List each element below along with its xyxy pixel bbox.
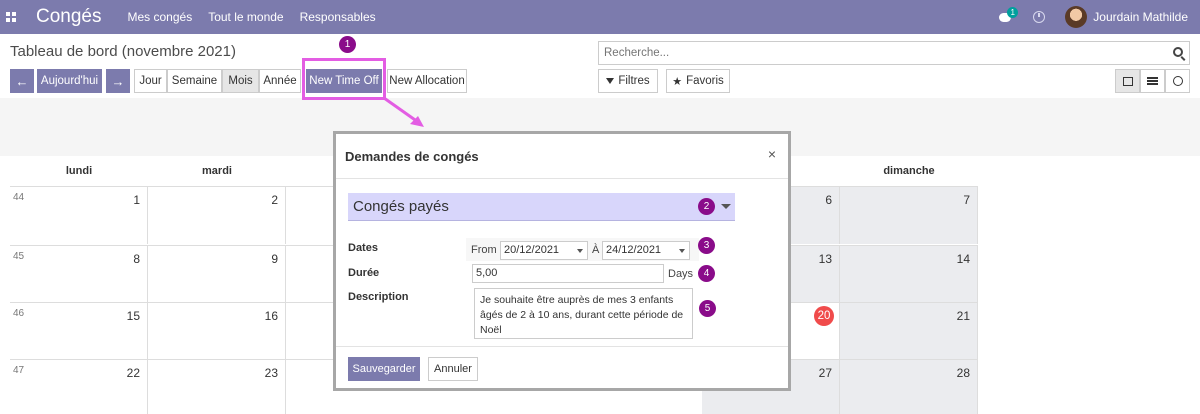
day-number: 23 (264, 366, 278, 380)
day-number: 22 (126, 366, 140, 380)
user-name[interactable]: Jourdain Mathilde (1093, 10, 1188, 24)
from-label: From (471, 244, 497, 256)
list-view-button[interactable] (1140, 69, 1165, 93)
date-to-field[interactable]: 24/12/2021 (602, 241, 690, 260)
day-cell[interactable]: 21 (840, 303, 978, 360)
today-badge: 20 (814, 306, 834, 326)
day-cell[interactable]: 7 (840, 187, 978, 244)
range-year-button[interactable]: Année (259, 69, 301, 93)
day-number: 7 (963, 193, 970, 207)
dialog-header: Demandes de congés × (336, 134, 788, 179)
top-navbar: Congés Mes congés Tout le monde Responsa… (0, 0, 1200, 34)
search-icon[interactable] (1173, 47, 1183, 57)
save-button[interactable]: Sauvegarder (348, 357, 420, 381)
header-tuesday: mardi (202, 165, 232, 177)
chat-icon[interactable]: 1 (999, 7, 1019, 23)
day-number: 1 (133, 193, 140, 207)
time-off-type-select[interactable]: Congés payés (348, 193, 735, 221)
range-week-button[interactable]: Semaine (167, 69, 222, 93)
day-cell[interactable]: 23 (148, 360, 286, 414)
step-badge: 4 (698, 265, 715, 282)
date-from-value: 20/12/2021 (504, 244, 560, 256)
next-button[interactable]: → (106, 69, 130, 93)
prev-button[interactable]: ← (10, 69, 34, 93)
date-to-value: 24/12/2021 (606, 244, 662, 256)
header-monday: lundi (65, 165, 93, 177)
duration-label: Durée (348, 267, 380, 279)
day-cell[interactable]: 2 (148, 187, 286, 244)
menu-my-leaves[interactable]: Mes congés (128, 10, 193, 24)
funnel-icon (606, 78, 615, 84)
today-button[interactable]: Aujourd'hui (37, 69, 102, 93)
day-number: 15 (126, 309, 140, 323)
arrow-left-icon: ← (15, 73, 29, 89)
day-number: 21 (956, 309, 970, 323)
filters-button[interactable]: Filtres (598, 69, 658, 93)
description-label: Description (348, 291, 409, 303)
close-icon[interactable]: × (768, 146, 776, 162)
new-allocation-button[interactable]: New Allocation (387, 69, 467, 93)
time-off-dialog: Demandes de congés × Congés payés 2 Date… (333, 131, 791, 391)
range-day-button[interactable]: Jour (134, 69, 167, 93)
day-cell[interactable]: 16 (148, 303, 286, 360)
list-icon (1147, 77, 1158, 85)
page-title: Tableau de bord (novembre 2021) (10, 43, 236, 60)
day-cell[interactable]: 22 (10, 360, 148, 414)
step-badge: 1 (339, 36, 356, 53)
new-time-off-highlight (302, 58, 386, 100)
calendar-sidebar-area (978, 156, 1200, 414)
time-off-type-value: Congés payés (353, 198, 449, 215)
step-badge: 2 (698, 198, 715, 215)
day-number: 13 (818, 252, 832, 266)
dialog-footer: Sauvegarder Annuler (336, 346, 788, 388)
to-label: À (592, 244, 600, 256)
day-number: 16 (264, 309, 278, 323)
step-badge: 5 (699, 300, 716, 317)
day-number: 28 (956, 366, 970, 380)
filters-label: Filtres (618, 75, 650, 87)
clock-icon (1172, 76, 1183, 86)
apps-menu-icon[interactable] (6, 12, 26, 22)
day-cell[interactable]: 9 (148, 246, 286, 303)
chevron-down-icon (679, 249, 685, 253)
cancel-button[interactable]: Annuler (428, 357, 478, 381)
day-number: 2 (271, 193, 278, 207)
description-textarea[interactable]: Je souhaite être auprès de mes 3 enfants… (474, 288, 693, 339)
day-number: 8 (133, 252, 140, 266)
activity-clock-icon[interactable] (1033, 11, 1046, 23)
dialog-title: Demandes de congés (345, 149, 479, 164)
chat-count-badge: 1 (1007, 7, 1019, 18)
header-sunday: dimanche (883, 165, 935, 177)
chevron-down-icon[interactable] (721, 204, 731, 209)
duration-unit: Days (668, 268, 694, 280)
step-badge: 3 (698, 237, 715, 254)
day-cell[interactable]: 15 (10, 303, 148, 360)
search-bar (598, 41, 1190, 65)
day-cell[interactable]: 1 (10, 187, 148, 244)
app-brand[interactable]: Congés (36, 6, 102, 28)
dates-label: Dates (348, 242, 378, 254)
day-number: 27 (818, 366, 832, 380)
day-number: 9 (271, 252, 278, 266)
day-number: 14 (956, 252, 970, 266)
menu-managers[interactable]: Responsables (300, 10, 376, 24)
day-cell[interactable]: 8 (10, 246, 148, 303)
star-icon: ★ (672, 75, 683, 88)
calendar-icon (1122, 76, 1133, 86)
favorites-button[interactable]: ★ Favoris (666, 69, 730, 93)
arrow-right-icon: → (111, 73, 125, 89)
menu-everyone[interactable]: Tout le monde (208, 10, 283, 24)
duration-input[interactable]: 5,00 (472, 264, 664, 283)
day-number: 6 (825, 193, 832, 207)
date-from-field[interactable]: 20/12/2021 (500, 241, 588, 260)
activity-view-button[interactable] (1165, 69, 1190, 93)
favorites-label: Favoris (686, 75, 724, 87)
chevron-down-icon (577, 249, 583, 253)
avatar[interactable] (1065, 6, 1088, 28)
day-cell[interactable]: 28 (840, 360, 978, 414)
search-input[interactable] (599, 42, 1159, 64)
day-cell[interactable]: 14 (840, 246, 978, 303)
range-month-button[interactable]: Mois (222, 69, 259, 93)
calendar-view-button[interactable] (1115, 69, 1140, 93)
